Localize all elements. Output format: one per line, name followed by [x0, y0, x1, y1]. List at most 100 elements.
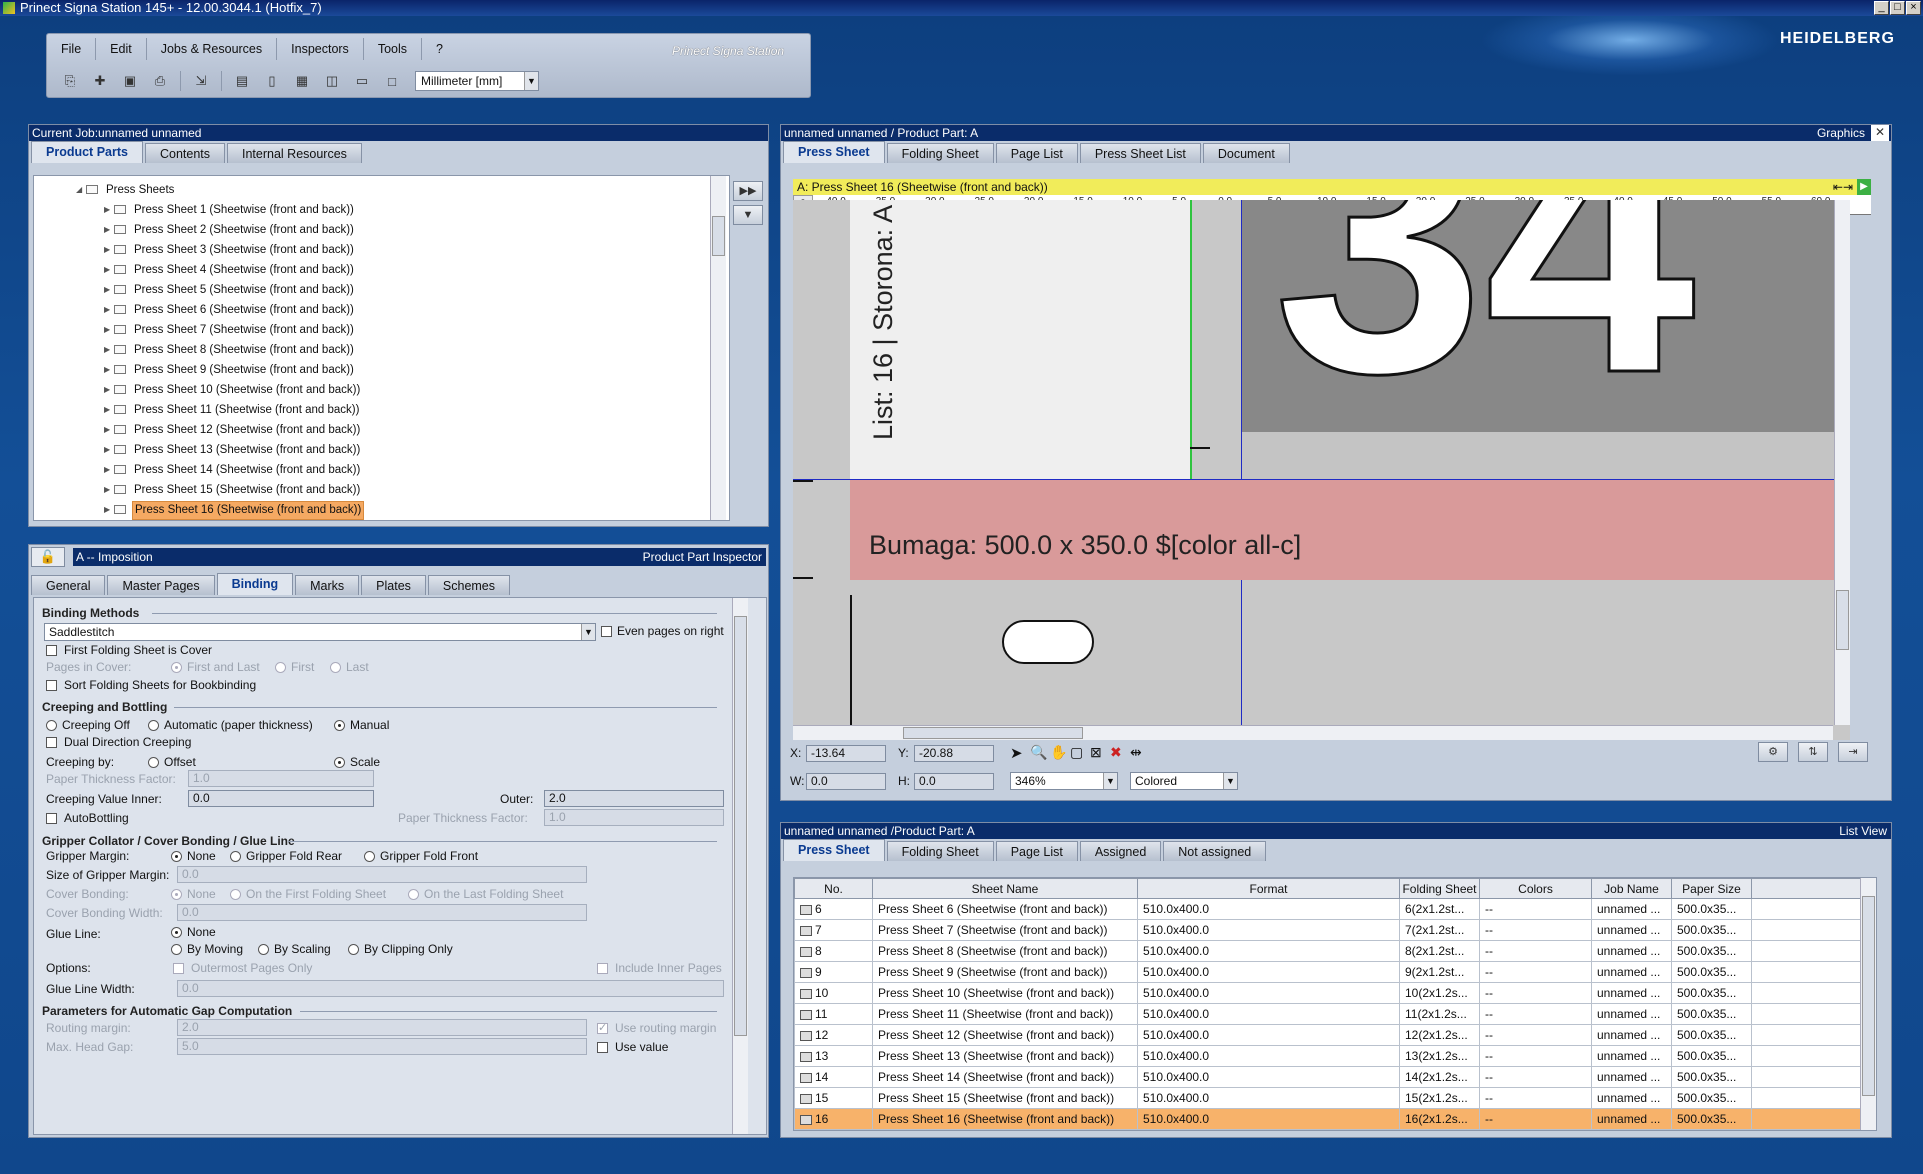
routing-margin-input[interactable]: 2.0 [177, 1019, 587, 1036]
table-scrollbar[interactable] [1860, 878, 1876, 1130]
table-row[interactable]: 6 Press Sheet 6 (Sheetwise (front and bac… [794, 898, 1863, 920]
w-input[interactable]: 0.0 [806, 773, 886, 790]
binding-method-select[interactable]: Saddlestitch ▼ [44, 623, 596, 641]
tree-item-press-sheet[interactable]: ▶ Press Sheet 5 (Sheetwise (front and bac… [104, 280, 504, 300]
play-icon[interactable]: ▶ [1857, 179, 1871, 195]
column-header[interactable]: No. [794, 878, 873, 899]
gripper-fold-front-radio[interactable] [364, 851, 375, 862]
outermost-checkbox[interactable] [173, 963, 184, 974]
inspector-scrollbar[interactable] [732, 598, 748, 1134]
tab-document[interactable]: Document [1202, 143, 1290, 163]
canvas-hscrollbar[interactable] [793, 725, 1833, 740]
menu-file[interactable]: File [47, 38, 97, 60]
glue-width-input[interactable]: 0.0 [177, 980, 724, 997]
tree-item-press-sheet[interactable]: ▶ Press Sheet 9 (Sheetwise (front and bac… [104, 360, 504, 380]
tab-press-sheet-list[interactable]: Press Sheet List [1079, 143, 1201, 163]
tab-lv-page-list[interactable]: Page List [995, 841, 1078, 861]
gripper-fold-rear-radio[interactable] [230, 851, 241, 862]
tab-internal-resources[interactable]: Internal Resources [227, 143, 362, 163]
table-row[interactable]: 12 Press Sheet 12 (Sheetwise (front and b… [794, 1024, 1863, 1046]
zoom-select[interactable]: 346% ▼ [1010, 772, 1118, 790]
settings-button[interactable]: ⚙ [1758, 742, 1788, 762]
tab-contents[interactable]: Contents [144, 143, 225, 163]
tab-general[interactable]: General [31, 575, 106, 595]
expand-icon[interactable]: ▶ [104, 400, 110, 420]
table-row[interactable]: 10 Press Sheet 10 (Sheetwise (front and b… [794, 982, 1863, 1004]
layout-icon[interactable]: ◫ [319, 70, 345, 92]
expand-icon[interactable]: ▶ [104, 280, 110, 300]
table-row[interactable]: 14 Press Sheet 14 (Sheetwise (front and b… [794, 1066, 1863, 1088]
paper-thickness-input[interactable]: 1.0 [188, 770, 374, 787]
tab-lv-assigned[interactable]: Assigned [1079, 841, 1162, 861]
glue-scaling-radio[interactable] [258, 944, 269, 955]
import-icon[interactable]: ⇲ [188, 70, 214, 92]
expand-all-button[interactable]: ▶▶ [733, 181, 763, 201]
scrollbar-thumb[interactable] [903, 727, 1083, 739]
color-mode-select[interactable]: Colored ▼ [1130, 772, 1238, 790]
expand-icon[interactable]: ▶ [104, 260, 110, 280]
menu-jobs-resources[interactable]: Jobs & Resources [147, 38, 278, 60]
delete-mark-icon[interactable]: ✖ [1110, 744, 1122, 761]
tree-item-press-sheet[interactable]: ▶ Press Sheet 14 (Sheetwise (front and ba… [104, 460, 504, 480]
export-button[interactable]: ⇥ [1838, 742, 1868, 762]
close-panel-icon[interactable]: ✕ [1871, 125, 1889, 141]
use-value-checkbox[interactable] [597, 1042, 608, 1053]
page-icon[interactable]: ▯ [259, 70, 285, 92]
expand-icon[interactable]: ▶ [104, 420, 110, 440]
creeping-by-offset-radio[interactable] [148, 757, 159, 768]
column-header[interactable]: Colors [1479, 878, 1592, 899]
fit-page-icon[interactable]: ⊠ [1090, 744, 1102, 761]
expand-icon[interactable]: ▶ [104, 200, 110, 220]
table-row[interactable]: 15 Press Sheet 15 (Sheetwise (front and b… [794, 1087, 1863, 1109]
tree-root[interactable]: ◢ Press Sheets [76, 180, 476, 200]
tab-page-list[interactable]: Page List [995, 143, 1078, 163]
pages-first-radio[interactable] [275, 662, 286, 673]
max-head-gap-input[interactable]: 5.0 [177, 1038, 587, 1055]
expand-icon[interactable]: ▶ [104, 240, 110, 260]
tree-item-press-sheet[interactable]: ▶ Press Sheet 8 (Sheetwise (front and bac… [104, 340, 504, 360]
expand-icon[interactable]: ▶ [104, 480, 110, 500]
menu-edit[interactable]: Edit [96, 38, 147, 60]
expand-icon[interactable]: ▶ [104, 380, 110, 400]
scrollbar-thumb[interactable] [712, 216, 725, 256]
hand-tool-icon[interactable]: ✋ [1050, 744, 1067, 761]
fit-icon[interactable]: ⇤⇥ [1833, 179, 1853, 195]
tab-lv-not-assigned[interactable]: Not assigned [1163, 841, 1267, 861]
tree-item-press-sheet[interactable]: ▶ Press Sheet 16 (Sheetwise (front and ba… [104, 500, 504, 520]
collapse-all-button[interactable]: ▼ [733, 205, 763, 225]
cover-first-radio[interactable] [230, 889, 241, 900]
tree-item-press-sheet[interactable]: ▶ Press Sheet 7 (Sheetwise (front and bac… [104, 320, 504, 340]
expand-icon[interactable]: ▶ [104, 500, 110, 520]
column-header[interactable]: Paper Size [1671, 878, 1752, 899]
unit-select[interactable]: Millimeter [mm] ▼ [415, 71, 539, 91]
tab-folding-sheet[interactable]: Folding Sheet [886, 143, 994, 163]
tab-product-parts[interactable]: Product Parts [31, 141, 143, 163]
table-row[interactable]: 13 Press Sheet 13 (Sheetwise (front and b… [794, 1045, 1863, 1067]
expand-icon[interactable]: ▶ [104, 340, 110, 360]
press-sheet-canvas[interactable]: Bumaga: 500.0 x 350.0 $[color all-c] Lis… [793, 200, 1850, 740]
cover-width-input[interactable]: 0.0 [177, 904, 587, 921]
column-header[interactable]: Job Name [1591, 878, 1672, 899]
gripper-size-input[interactable]: 0.0 [177, 866, 587, 883]
sort-button[interactable]: ⇅ [1798, 742, 1828, 762]
glue-none-radio[interactable] [171, 927, 182, 938]
creeping-by-scale-radio[interactable] [334, 757, 345, 768]
document-icon[interactable]: ▭ [349, 70, 375, 92]
print-icon[interactable]: ⎙ [147, 70, 173, 92]
creeping-off-radio[interactable] [46, 720, 57, 731]
frame-tool-icon[interactable]: ▢ [1070, 744, 1083, 761]
y-input[interactable]: -20.88 [914, 745, 994, 762]
dual-direction-checkbox[interactable] [46, 737, 57, 748]
menu-inspectors[interactable]: Inspectors [277, 38, 364, 60]
tab-schemes[interactable]: Schemes [427, 575, 511, 595]
pages-last-radio[interactable] [330, 662, 341, 673]
tree-item-press-sheet[interactable]: ▶ Press Sheet 12 (Sheetwise (front and ba… [104, 420, 504, 440]
zoom-tool-icon[interactable]: 🔍 [1030, 744, 1047, 761]
tab-press-sheet[interactable]: Press Sheet [783, 141, 885, 163]
column-header[interactable]: Folding Sheet [1399, 878, 1480, 899]
first-folding-cover-checkbox[interactable] [46, 645, 57, 656]
tab-plates[interactable]: Plates [361, 575, 426, 595]
tree-item-press-sheet[interactable]: ▶ Press Sheet 6 (Sheetwise (front and bac… [104, 300, 504, 320]
close-icon[interactable]: × [1906, 1, 1921, 15]
tree-item-press-sheet[interactable]: ▶ Press Sheet 3 (Sheetwise (front and bac… [104, 240, 504, 260]
